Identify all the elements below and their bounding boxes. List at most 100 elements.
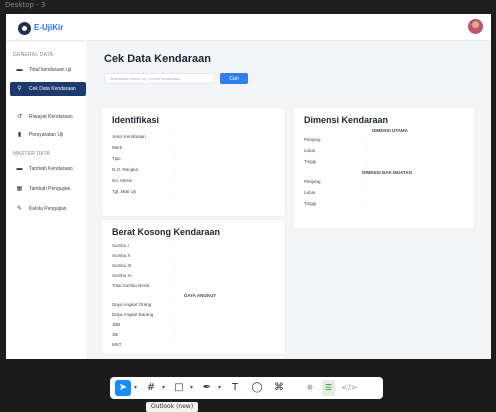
- pen-tool-icon[interactable]: ✒: [200, 380, 214, 396]
- sidebar-item-label: Total kendaraan uji: [29, 67, 71, 73]
- sidebar-item-tambah-pengujian[interactable]: ▦ Tambah Pengujian: [10, 182, 86, 196]
- field-label: No. Mesin: [112, 178, 133, 183]
- field-separator: :: [175, 332, 177, 337]
- field-label: N.O. Rangka: [112, 167, 139, 172]
- field-label: Sumbu III: [112, 263, 132, 268]
- sidebar-header-general: GENERAL DATA: [13, 52, 54, 58]
- field-separator: :: [367, 190, 369, 195]
- field-label: Total Sumbu Berat: [112, 283, 150, 288]
- editor-top-strip: Desktop - 3: [0, 0, 496, 14]
- field-separator: :: [175, 273, 177, 278]
- field-separator: :: [175, 145, 177, 150]
- history-icon: ↺: [16, 114, 23, 120]
- section-daya-angkut: DAYA ANGKUT: [184, 293, 217, 298]
- sidebar-item-label: Cek Data Kendaraan: [29, 86, 76, 92]
- card-title: Berat Kosong Kendaraan: [112, 227, 221, 237]
- sidebar-item-label: Tambah Kendaraan: [29, 166, 73, 172]
- sidebar-item-cek-data[interactable]: ⚲ Cek Data Kendaraan: [10, 82, 86, 96]
- field-label: Sumbu II: [112, 253, 131, 258]
- sidebar-item-riwayat[interactable]: ↺ Riwayat Kendaraan: [10, 110, 86, 124]
- frame-label[interactable]: Desktop - 3: [5, 1, 45, 9]
- main-content: Cek Data Kendaraan Cari Identifikasi Jen…: [86, 42, 491, 359]
- editor-toolbar: ➤ ▾ # ▾ □ ▾ ✒ ▾ T ◯ ⌘ ❋ ☰ </>: [110, 377, 383, 399]
- actions-tool-icon[interactable]: ⌘: [272, 380, 286, 396]
- sidebar-header-master: MASTER DATA: [13, 151, 51, 157]
- edit-icon: ✎: [16, 206, 23, 212]
- chevron-down-icon[interactable]: ▾: [160, 380, 167, 396]
- card-identifikasi: Identifikasi Jenis Kendaraan: Merk: Tipe…: [102, 108, 285, 216]
- search-input[interactable]: [104, 73, 215, 84]
- card-berat-kosong: Berat Kosong Kendaraan Sumbu I: Sumbu II…: [102, 220, 285, 354]
- field-label: Daya Angkut Barang: [112, 312, 154, 317]
- document-icon: ▮: [17, 132, 22, 138]
- shape-tool-icon[interactable]: □: [172, 380, 186, 396]
- app-header: E-UjiKir: [6, 14, 491, 41]
- field-separator: :: [175, 263, 177, 268]
- field-label: Sumbu I: [112, 243, 129, 248]
- sidebar-item-total-kendaraan[interactable]: ▬ Total kendaraan uji: [10, 63, 86, 77]
- field-label: Sumbu IV: [112, 273, 132, 278]
- field-label: Tgl. Mati Uji: [112, 189, 136, 194]
- sidebar: GENERAL DATA ▬ Total kendaraan uji ⚲ Cek…: [6, 42, 86, 359]
- card-title: Identifikasi: [112, 115, 160, 125]
- field-label: Panjang: [304, 137, 321, 142]
- multiplayer-tool-icon[interactable]: ❋: [304, 380, 316, 396]
- field-separator: :: [175, 189, 177, 194]
- page-title: Cek Data Kendaraan: [104, 53, 211, 65]
- section-dimensi-utama: DIMENSI UTAMA: [372, 128, 408, 133]
- field-label: Daya Angkut Orang: [112, 302, 152, 307]
- card-dimensi: Dimensi Kendaraan DIMENSI UTAMA Panjang:…: [294, 108, 474, 228]
- field-separator: :: [367, 201, 369, 206]
- field-label: Lebar: [304, 148, 316, 153]
- field-separator: :: [175, 156, 177, 161]
- field-label: JBB: [112, 322, 121, 327]
- move-tool-icon[interactable]: ➤: [115, 380, 131, 396]
- sidebar-item-label: Kelola Pengujian: [29, 206, 67, 212]
- field-separator: :: [175, 178, 177, 183]
- code-tool-icon[interactable]: </>: [341, 380, 357, 396]
- field-separator: :: [367, 148, 369, 153]
- field-label: Jenis Kendaraan: [112, 134, 146, 139]
- chevron-down-icon[interactable]: ▾: [216, 380, 223, 396]
- field-separator: :: [175, 243, 177, 248]
- field-separator: :: [175, 322, 177, 327]
- comment-tool-icon[interactable]: ◯: [250, 380, 264, 396]
- field-label: Tipe: [112, 156, 121, 161]
- field-separator: :: [175, 342, 177, 347]
- field-label: Lebar: [304, 190, 316, 195]
- field-separator: :: [367, 137, 369, 142]
- logo-text: E-UjiKir: [34, 23, 64, 32]
- editor-canvas-bottom: ➤ ▾ # ▾ □ ▾ ✒ ▾ T ◯ ⌘ ❋ ☰ </>: [0, 359, 496, 412]
- sidebar-item-persyaratan[interactable]: ▮ Persyaratan Uji: [10, 128, 86, 142]
- search-icon: ⚲: [17, 86, 22, 92]
- sidebar-item-kelola-pengujian[interactable]: ✎ Kelola Pengujian: [10, 202, 86, 216]
- card-title: Dimensi Kendaraan: [304, 115, 389, 125]
- chevron-down-icon[interactable]: ▾: [132, 380, 139, 396]
- frame-tool-icon[interactable]: #: [144, 380, 158, 396]
- sidebar-item-tambah-kendaraan[interactable]: ▬ Tambah Kendaraan: [10, 162, 86, 176]
- dev-mode-tool-icon[interactable]: ☰: [322, 380, 335, 396]
- chevron-down-icon[interactable]: ▾: [188, 380, 195, 396]
- field-separator: :: [175, 283, 177, 288]
- search-button[interactable]: Cari: [220, 73, 248, 84]
- car-icon: ▬: [16, 166, 23, 172]
- field-separator: :: [175, 253, 177, 258]
- section-dimensi-bak: DIMENSI BAK MUATAN: [362, 170, 412, 175]
- field-separator: :: [175, 167, 177, 172]
- logo-icon: [18, 22, 31, 35]
- car-icon: ▬: [16, 67, 23, 73]
- field-label: Panjang: [304, 179, 321, 184]
- field-separator: :: [175, 302, 177, 307]
- sidebar-item-label: Persyaratan Uji: [29, 132, 64, 138]
- avatar[interactable]: [468, 19, 483, 34]
- field-separator: :: [367, 159, 369, 164]
- sidebar-item-label: Riwayat Kendaraan: [29, 114, 73, 120]
- field-separator: :: [175, 134, 177, 139]
- field-label: JBI: [112, 332, 119, 337]
- field-separator: :: [175, 312, 177, 317]
- field-separator: :: [367, 179, 369, 184]
- text-tool-icon[interactable]: T: [228, 380, 242, 396]
- field-label: Merk: [112, 145, 122, 150]
- field-label: Tinggi: [304, 159, 317, 164]
- sidebar-item-label: Tambah Pengujian: [29, 186, 71, 192]
